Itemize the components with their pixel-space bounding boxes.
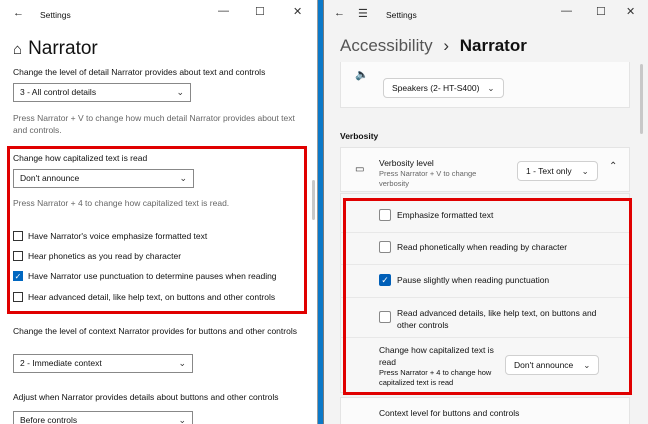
chevron-down-icon: ⌄	[487, 83, 495, 93]
verbosity-value: 1 - Text only	[526, 166, 572, 176]
verbosity-card[interactable]: ▭ Verbosity level Press Narrator + V to …	[340, 147, 630, 192]
adjust-details-label: Adjust when Narrator provides details ab…	[13, 392, 279, 402]
chevron-up-icon[interactable]: ⌃	[609, 161, 617, 172]
context-level-label: Change the level of context Narrator pro…	[13, 326, 297, 336]
detail-level-label: Change the level of detail Narrator prov…	[13, 67, 266, 77]
checkbox-box[interactable]	[13, 250, 23, 261]
close-icon[interactable]: ✕	[293, 5, 302, 18]
close-icon[interactable]: ✕	[626, 5, 635, 18]
back-arrow-icon[interactable]: ←	[13, 7, 24, 19]
verbosity-title: Verbosity level	[379, 158, 434, 168]
chevron-down-icon: ⌄	[581, 166, 589, 176]
left-window-title: Settings	[40, 10, 71, 20]
section-verbosity: Verbosity	[340, 131, 379, 141]
checkbox-label: Hear phonetics as you read by character	[28, 251, 182, 261]
detail-level-dropdown[interactable]: 3 - All control details ⌄	[13, 83, 191, 102]
left-title-bar: ← Settings — ☐ ✕	[0, 0, 317, 30]
page-title: ⌂ Narrator	[13, 38, 98, 60]
breadcrumb-parent[interactable]: Accessibility	[340, 36, 433, 55]
adjust-details-value: Before controls	[20, 415, 78, 424]
page-title-text: Narrator	[28, 38, 98, 59]
chevron-down-icon: ⌄	[178, 415, 186, 424]
chevron-down-icon: ⌄	[176, 87, 184, 97]
capitalized-hint: Press Narrator + 4 to change how capital…	[13, 198, 230, 208]
minimize-icon[interactable]: —	[561, 5, 572, 17]
home-icon: ⌂	[13, 41, 23, 58]
context-level-value: 2 - Immediate context	[20, 358, 102, 368]
breadcrumb-separator: ›	[443, 36, 449, 55]
right-window-title: Settings	[386, 10, 417, 20]
chevron-down-icon: ⌄	[179, 173, 187, 183]
checkbox-box-checked[interactable]: ✓	[13, 270, 23, 281]
minimize-icon[interactable]: —	[218, 5, 229, 17]
context-title: Context level for buttons and controls	[379, 408, 520, 418]
verbosity-dropdown[interactable]: 1 - Text only ⌄	[517, 161, 598, 181]
speaker-value: Speakers (2- HT-S400)	[392, 83, 480, 93]
detail-level-hint: Press Narrator + V to change how much de…	[13, 113, 295, 135]
checkbox-punctuation[interactable]: ✓ Have Narrator use punctuation to determ…	[13, 270, 277, 282]
back-arrow-icon[interactable]: ←	[334, 7, 345, 19]
speaker-dropdown[interactable]: Speakers (2- HT-S400) ⌄	[383, 78, 504, 98]
right-settings-window: ← ☰ Settings — ☐ ✕ Accessibility › Narra…	[323, 0, 648, 424]
checkbox-advanced-detail[interactable]: Hear advanced detail, like help text, on…	[13, 291, 276, 303]
maximize-icon[interactable]: ☐	[596, 5, 606, 18]
maximize-icon[interactable]: ☐	[255, 5, 265, 18]
checkbox-label: Have Narrator use punctuation to determi…	[28, 271, 277, 281]
capitalized-dropdown[interactable]: Don't announce ⌄	[13, 169, 194, 188]
checkbox-box[interactable]	[13, 291, 23, 302]
checkbox-label: Hear advanced detail, like help text, on…	[28, 292, 276, 302]
checkbox-label: Have Narrator's voice emphasize formatte…	[28, 231, 208, 241]
checkbox-box[interactable]	[13, 230, 23, 241]
checkbox-phonetics[interactable]: Hear phonetics as you read by character	[13, 250, 182, 262]
verbosity-subtitle: Press Narrator + V to change verbosity	[379, 169, 477, 188]
capitalized-value: Don't announce	[20, 173, 80, 183]
left-settings-window: ← Settings — ☐ ✕ ⌂ Narrator Change the le…	[0, 0, 318, 424]
context-level-dropdown[interactable]: 2 - Immediate context ⌄	[13, 354, 193, 373]
menu-icon[interactable]: ☰	[358, 7, 368, 20]
highlight-box	[343, 198, 632, 395]
speaker-icon: 🔈	[355, 69, 369, 81]
speaker-card: 🔈 Speakers (2- HT-S400) ⌄	[340, 62, 630, 108]
verbosity-icon: ▭	[355, 164, 365, 175]
checkbox-emphasize[interactable]: Have Narrator's voice emphasize formatte…	[13, 230, 208, 242]
context-card[interactable]: Context level for buttons and controls	[340, 397, 630, 424]
breadcrumb-current: Narrator	[459, 36, 527, 55]
capitalized-label: Change how capitalized text is read	[13, 153, 148, 163]
left-scrollbar[interactable]	[312, 180, 315, 220]
right-scrollbar[interactable]	[640, 64, 643, 134]
detail-level-value: 3 - All control details	[20, 87, 97, 97]
right-title-bar: ← ☰ Settings — ☐ ✕	[324, 0, 648, 30]
breadcrumb: Accessibility › Narrator	[340, 36, 527, 56]
adjust-details-dropdown[interactable]: Before controls ⌄	[13, 411, 193, 424]
chevron-down-icon: ⌄	[178, 358, 186, 368]
